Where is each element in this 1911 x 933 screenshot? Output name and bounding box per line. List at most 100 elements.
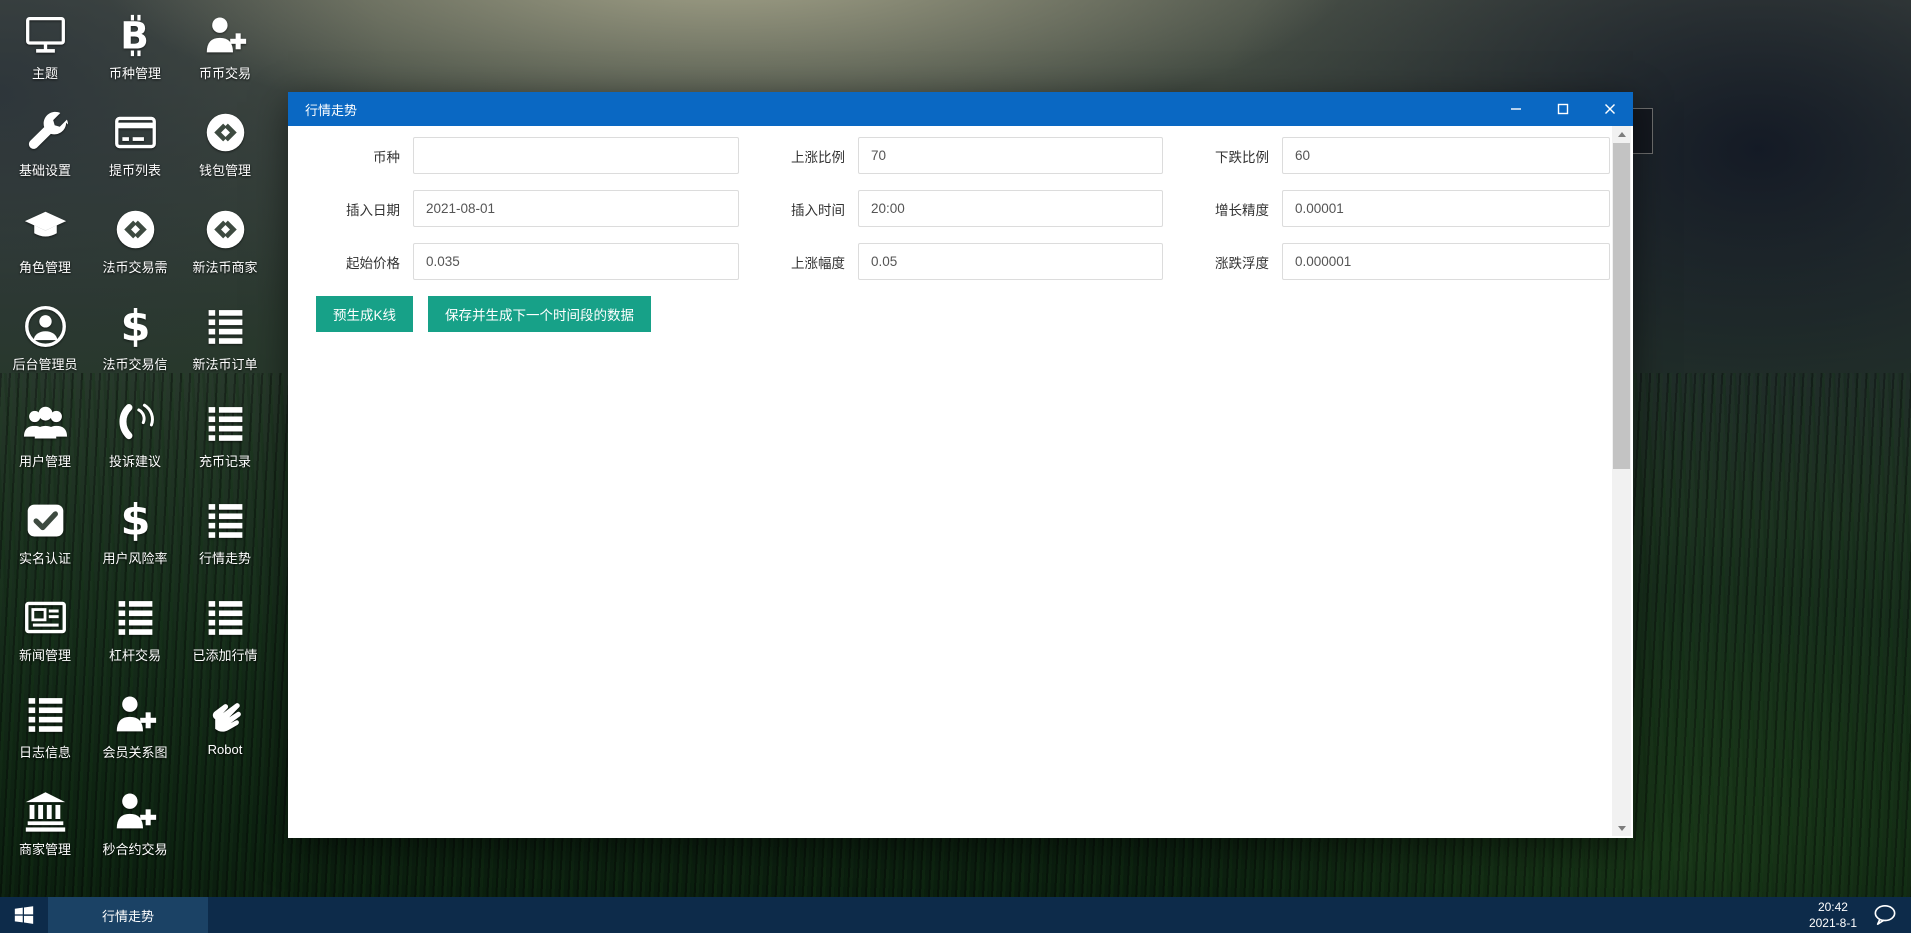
desktop-icon-user-risk[interactable]: 用户风险率 — [90, 489, 180, 586]
desktop-icon-withdraw-list[interactable]: 提币列表 — [90, 101, 180, 198]
bitcoin-icon — [113, 13, 158, 58]
scroll-down-arrow-icon[interactable] — [1612, 820, 1631, 836]
field-label: 插入时间 — [753, 199, 845, 219]
desktop-icon-label: 商家管理 — [19, 839, 71, 858]
desktop-icon-user-manage[interactable]: 用户管理 — [0, 392, 90, 489]
desktop-icon-label: 币种管理 — [109, 63, 161, 82]
field-label: 下跌比例 — [1177, 146, 1269, 166]
pregenerate-kline-button[interactable]: 预生成K线 — [316, 296, 413, 332]
desktop-icon-second-contract[interactable]: 秒合约交易 — [90, 780, 180, 877]
user-circle-icon — [23, 304, 68, 349]
desktop-icon-label: 钱包管理 — [199, 160, 251, 179]
field-label: 上涨比例 — [753, 146, 845, 166]
insert-date-input[interactable] — [413, 190, 739, 227]
desktop-icon-theme[interactable]: 主题 — [0, 4, 90, 101]
desktop-icon-label: 提币列表 — [109, 160, 161, 179]
desktop-icon-label: 会员关系图 — [102, 742, 167, 761]
notification-bubble-icon[interactable] — [1873, 904, 1897, 926]
check-square-icon — [23, 498, 68, 543]
dollar-icon — [113, 498, 158, 543]
newspaper-icon — [23, 595, 68, 640]
users-icon — [23, 401, 68, 446]
desktop-icon-label: 投诉建议 — [109, 451, 161, 470]
vertical-scrollbar[interactable] — [1612, 126, 1631, 836]
bank-icon — [23, 789, 68, 834]
rise-amplitude-input[interactable] — [858, 243, 1163, 280]
hand-icon — [203, 692, 248, 737]
credit-card-icon — [113, 110, 158, 155]
desktop-icon-label: 日志信息 — [19, 742, 71, 761]
wrench-icon — [23, 110, 68, 155]
desktop-icon-complaints[interactable]: 投诉建议 — [90, 392, 180, 489]
growth-precision-input[interactable] — [1282, 190, 1610, 227]
taskbar-item-market-trend[interactable]: 行情走势 — [48, 897, 208, 933]
market-trend-form: 币种 上涨比例 下跌比例 插入日期 插入时间 — [288, 126, 1633, 332]
window-controls — [1492, 92, 1633, 126]
field-insert-time: 插入时间 — [753, 190, 1163, 227]
desktop-icon-coin-manage[interactable]: 币种管理 — [90, 4, 180, 101]
graduation-cap-icon — [23, 207, 68, 252]
desktop-icon-coin-trade[interactable]: 币币交易 — [180, 4, 270, 101]
monitor-icon — [23, 13, 68, 58]
desktop-icon-basic-settings[interactable]: 基础设置 — [0, 101, 90, 198]
fluctuation-input[interactable] — [1282, 243, 1610, 280]
desktop-icon-robot[interactable]: Robot — [180, 683, 270, 780]
desktop-icon-label: Robot — [208, 742, 243, 757]
coin-input[interactable] — [413, 137, 739, 174]
field-insert-date: 插入日期 — [308, 190, 739, 227]
taskbar: 行情走势 20:42 2021-8-1 — [0, 897, 1911, 933]
desktop-icon-wallet-manage[interactable]: 钱包管理 — [180, 101, 270, 198]
scrollbar-thumb[interactable] — [1613, 143, 1630, 469]
list-icon — [203, 304, 248, 349]
user-plus-icon — [113, 692, 158, 737]
list-icon — [203, 595, 248, 640]
desktop-icon-merchant-manage[interactable]: 商家管理 — [0, 780, 90, 877]
desktop-icon-member-relations[interactable]: 会员关系图 — [90, 683, 180, 780]
desktop-icon-market-trend[interactable]: 行情走势 — [180, 489, 270, 586]
taskbar-clock[interactable]: 20:42 2021-8-1 — [1809, 899, 1857, 931]
scroll-up-arrow-icon[interactable] — [1612, 126, 1631, 142]
desktop-icon-fiat-trade-demand[interactable]: 法币交易需 — [90, 198, 180, 295]
desktop-icon-kyc[interactable]: 实名认证 — [0, 489, 90, 586]
field-start-price: 起始价格 — [308, 243, 739, 280]
desktop-icon-label: 充币记录 — [199, 451, 251, 470]
window-titlebar[interactable]: 行情走势 — [288, 92, 1633, 126]
phone-icon — [113, 401, 158, 446]
desktop-icon-label: 币币交易 — [199, 63, 251, 82]
start-price-input[interactable] — [413, 243, 739, 280]
desktop-icon-new-fiat-merchant[interactable]: 新法币商家 — [180, 198, 270, 295]
close-button[interactable] — [1586, 92, 1633, 126]
desktop-icon-label: 用户风险率 — [102, 548, 167, 567]
desktop-icon-news-manage[interactable]: 新闻管理 — [0, 586, 90, 683]
desktop-icon-leverage-trade[interactable]: 杠杆交易 — [90, 586, 180, 683]
desktop-icon-label: 用户管理 — [19, 451, 71, 470]
minimize-button[interactable] — [1492, 92, 1539, 126]
window-content: 币种 上涨比例 下跌比例 插入日期 插入时间 — [288, 126, 1633, 838]
field-fall-ratio: 下跌比例 — [1177, 137, 1610, 174]
desktop-icon-fiat-trade-info[interactable]: 法币交易信 — [90, 295, 180, 392]
fall-ratio-input[interactable] — [1282, 137, 1610, 174]
insert-time-input[interactable] — [858, 190, 1163, 227]
field-label: 起始价格 — [308, 252, 400, 272]
desktop-icon-deposit-records[interactable]: 充币记录 — [180, 392, 270, 489]
form-buttons: 预生成K线 保存并生成下一个时间段的数据 — [308, 296, 1633, 332]
rise-ratio-input[interactable] — [858, 137, 1163, 174]
desktop-icon-label: 基础设置 — [19, 160, 71, 179]
desktop-icon-new-fiat-orders[interactable]: 新法币订单 — [180, 295, 270, 392]
list-icon — [203, 401, 248, 446]
taskbar-tray: 20:42 2021-8-1 — [1809, 897, 1911, 933]
field-fluctuation: 涨跌浮度 — [1177, 243, 1610, 280]
start-button[interactable] — [0, 897, 48, 933]
form-row: 起始价格 上涨幅度 涨跌浮度 — [308, 243, 1633, 280]
desktop-icon-role-manage[interactable]: 角色管理 — [0, 198, 90, 295]
maximize-button[interactable] — [1539, 92, 1586, 126]
save-generate-next-period-button[interactable]: 保存并生成下一个时间段的数据 — [428, 296, 651, 332]
field-growth-precision: 增长精度 — [1177, 190, 1610, 227]
desktop-icon-added-markets[interactable]: 已添加行情 — [180, 586, 270, 683]
desktop-icon-logs[interactable]: 日志信息 — [0, 683, 90, 780]
list-icon — [113, 595, 158, 640]
clock-time: 20:42 — [1809, 899, 1857, 915]
desktop-icon-label: 秒合约交易 — [102, 839, 167, 858]
desktop-icon-admin[interactable]: 后台管理员 — [0, 295, 90, 392]
window-title: 行情走势 — [288, 100, 357, 119]
